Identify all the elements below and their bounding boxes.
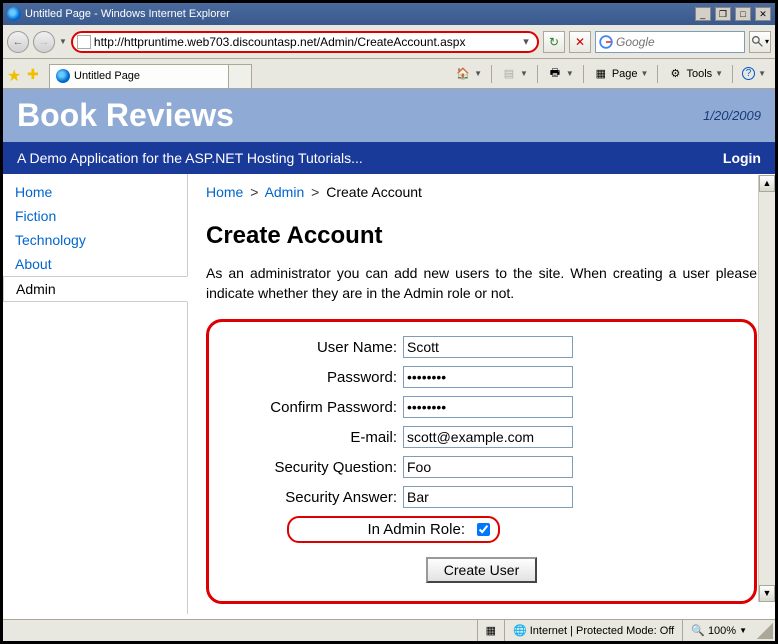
command-bar: 🏠▼ ▤▼ 🖶▼ ▦Page▼ ⚙Tools▼ ?▼ (450, 63, 771, 85)
page-heading: Create Account (206, 222, 757, 250)
breadcrumb-home[interactable]: Home (206, 184, 243, 200)
breadcrumb: Home > Admin > Create Account (206, 184, 757, 200)
security-answer-input[interactable] (403, 486, 573, 508)
help-button[interactable]: ?▼ (737, 63, 771, 85)
admin-role-group: In Admin Role: (287, 516, 500, 543)
confirm-password-label: Confirm Password: (229, 399, 403, 416)
username-label: User Name: (229, 339, 403, 356)
site-banner: Book Reviews 1/20/2009 (3, 89, 775, 142)
new-tab-button[interactable] (228, 64, 252, 88)
feeds-button[interactable]: ▤▼ (496, 63, 533, 85)
security-question-label: Security Question: (229, 459, 403, 476)
address-bar[interactable]: ▾ (71, 31, 539, 53)
password-label: Password: (229, 369, 403, 386)
intro-text: As an administrator you can add new user… (206, 264, 757, 303)
print-button[interactable]: 🖶▼ (542, 63, 579, 85)
google-icon (599, 35, 613, 49)
search-box[interactable] (595, 31, 745, 53)
home-button[interactable]: 🏠▼ (450, 63, 487, 85)
stop-button[interactable]: ✕ (569, 31, 591, 53)
breadcrumb-admin[interactable]: Admin (265, 184, 305, 200)
email-input[interactable] (403, 426, 573, 448)
zone-label: Internet | Protected Mode: Off (530, 625, 675, 637)
close-button[interactable]: ✕ (755, 7, 771, 21)
site-date: 1/20/2009 (703, 108, 761, 123)
tab-page-icon (56, 69, 70, 83)
admin-role-label: In Admin Role: (297, 521, 471, 538)
page-icon (77, 35, 91, 49)
create-user-button[interactable]: Create User (426, 557, 537, 583)
main-content: Home > Admin > Create Account Create Acc… (188, 174, 775, 614)
globe-icon: 🌐 (513, 624, 527, 637)
sidebar-item-about[interactable]: About (3, 252, 187, 276)
tab-toolbar: ★ ✚ Untitled Page 🏠▼ ▤▼ 🖶▼ ▦Page▼ ⚙Tools… (3, 59, 775, 89)
login-link[interactable]: Login (723, 150, 761, 166)
zoom-control[interactable]: 🔍 100% ▼ (682, 620, 755, 641)
sidebar-item-home[interactable]: Home (3, 180, 187, 204)
add-favorite-icon[interactable]: ✚ (27, 66, 43, 82)
print-icon: 🖶 (547, 66, 563, 82)
username-input[interactable] (403, 336, 573, 358)
browser-tab[interactable]: Untitled Page (49, 64, 229, 88)
window-title: Untitled Page - Windows Internet Explore… (25, 8, 694, 20)
back-button[interactable]: ← (7, 31, 29, 53)
internet-zone[interactable]: 🌐 Internet | Protected Mode: Off (504, 620, 682, 641)
sidebar-item-admin[interactable]: Admin (3, 276, 188, 302)
tools-menu-button[interactable]: ⚙Tools▼ (662, 63, 728, 85)
password-input[interactable] (403, 366, 573, 388)
search-button[interactable]: ▾ (749, 31, 771, 53)
site-subbar: A Demo Application for the ASP.NET Hosti… (3, 142, 775, 174)
page-viewport: Book Reviews 1/20/2009 A Demo Applicatio… (3, 89, 775, 624)
breadcrumb-current: Create Account (326, 184, 422, 200)
sidebar-item-fiction[interactable]: Fiction (3, 204, 187, 228)
forward-button[interactable]: → (33, 31, 55, 53)
security-question-input[interactable] (403, 456, 573, 478)
nav-toolbar: ← → ▼ ▾ ↻ ✕ ▾ (3, 25, 775, 59)
tab-label: Untitled Page (74, 70, 140, 82)
site-tagline: A Demo Application for the ASP.NET Hosti… (17, 150, 723, 166)
url-input[interactable] (94, 34, 519, 50)
search-input[interactable] (616, 35, 716, 49)
refresh-button[interactable]: ↻ (543, 31, 565, 53)
admin-role-checkbox[interactable] (477, 523, 490, 536)
window-buttons: _ ❐ □ ✕ (694, 7, 771, 21)
sidebar-item-technology[interactable]: Technology (3, 228, 187, 252)
page-menu-button[interactable]: ▦Page▼ (588, 63, 654, 85)
scroll-up-button[interactable]: ▲ (759, 175, 775, 192)
email-label: E-mail: (229, 429, 403, 446)
create-user-form: User Name: Password: Confirm Password: E… (206, 319, 757, 604)
ie-icon (7, 7, 21, 21)
vertical-scrollbar[interactable]: ▲ ▼ (758, 175, 775, 602)
zoom-level: 100% (708, 625, 736, 637)
window-titlebar: Untitled Page - Windows Internet Explore… (3, 3, 775, 25)
page-menu-icon: ▦ (593, 66, 609, 82)
security-answer-label: Security Answer: (229, 489, 403, 506)
minimize-button[interactable]: _ (695, 7, 711, 21)
status-bar: ▦ 🌐 Internet | Protected Mode: Off 🔍 100… (3, 619, 775, 641)
resize-grip[interactable] (757, 623, 773, 639)
restore-button[interactable]: ❐ (715, 7, 731, 21)
url-dropdown-icon[interactable]: ▾ (519, 35, 533, 48)
help-icon: ? (742, 67, 755, 80)
maximize-button[interactable]: □ (735, 7, 751, 21)
sidebar-nav: Home Fiction Technology About Admin (3, 174, 188, 614)
site-title: Book Reviews (17, 97, 703, 134)
home-icon: 🏠 (455, 66, 471, 82)
scroll-down-button[interactable]: ▼ (759, 585, 775, 602)
status-icon: ▦ (486, 624, 496, 637)
nav-dropdown-icon[interactable]: ▼ (59, 37, 67, 46)
status-cell-1: ▦ (477, 620, 504, 641)
favorites-icon[interactable]: ★ (7, 66, 23, 82)
gear-icon: ⚙ (667, 66, 683, 82)
zoom-icon: 🔍 (691, 624, 705, 637)
confirm-password-input[interactable] (403, 396, 573, 418)
rss-icon: ▤ (501, 66, 517, 82)
